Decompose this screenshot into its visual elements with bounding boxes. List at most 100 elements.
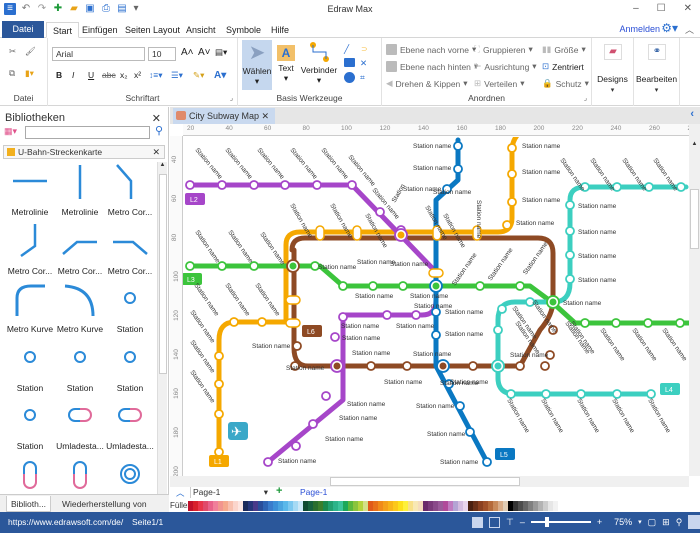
metro-curve-shape[interactable]: Metro Kurve (4, 280, 56, 336)
station-marker[interactable] (257, 317, 267, 327)
dialog-launcher-icon[interactable]: ⌟ (584, 94, 587, 102)
plus-icon[interactable]: + (276, 485, 282, 497)
normal-view-icon[interactable] (472, 516, 483, 528)
tab-hilfe[interactable]: Hilfe (265, 22, 295, 38)
select-button[interactable]: ➤ Wählen ▾ (242, 40, 272, 90)
chevron-left-icon[interactable]: ‹ (690, 108, 694, 120)
station-marker[interactable] (675, 318, 685, 328)
station-marker[interactable] (185, 261, 195, 271)
zoom-out-icon[interactable]: – (520, 517, 525, 527)
transfer-marker[interactable] (428, 268, 444, 278)
library-header[interactable]: U-Bahn-Streckenkarte ✕ (3, 145, 165, 159)
page-view-icon[interactable] (489, 516, 500, 528)
text-button[interactable]: A Text ▾ (274, 40, 298, 90)
close-tab-icon[interactable]: ✕ (261, 108, 269, 124)
tab-start[interactable]: Start (46, 22, 80, 38)
station-marker[interactable] (431, 330, 441, 340)
line-spacing-icon[interactable]: ↕≡▾ (149, 70, 162, 81)
metro-corner-shape[interactable]: Metro Cor... (104, 222, 156, 278)
station-marker[interactable] (308, 419, 318, 429)
station-marker[interactable] (643, 318, 653, 328)
italic-icon[interactable]: I (72, 70, 74, 80)
zoom-search-icon[interactable]: ⚲ (676, 517, 683, 528)
station-marker[interactable] (338, 281, 348, 291)
station-marker[interactable] (611, 318, 621, 328)
website-link[interactable]: https://www.edrawsoft.com/de/ (8, 517, 123, 527)
station-marker[interactable] (475, 281, 485, 291)
dialog-launcher-icon[interactable]: ⌟ (230, 94, 233, 102)
tab-libraries[interactable]: Biblioth... (6, 496, 51, 512)
minimize-icon[interactable]: – (633, 3, 639, 14)
close-library-icon[interactable]: ✕ (152, 146, 160, 158)
station-shape[interactable]: Station (4, 397, 56, 453)
transfer-marker[interactable] (315, 225, 325, 241)
station-marker[interactable] (291, 441, 301, 451)
tab-seiten-layout[interactable]: Seiten Layout (119, 22, 186, 38)
cut-icon[interactable]: ✂ (9, 46, 16, 57)
station-marker[interactable] (507, 197, 517, 207)
transfer-station-shape[interactable]: Umladesta... (54, 397, 106, 453)
tab-ansicht[interactable]: Ansicht (180, 22, 222, 38)
station-marker[interactable] (321, 391, 331, 401)
size-button[interactable]: ▮▮ Größe ▾ (542, 44, 586, 55)
grow-font-icon[interactable]: A˄ (181, 47, 194, 58)
designs-button[interactable]: ▰ Designs ▾ (592, 38, 634, 106)
crop-tool-icon[interactable]: ⌗ (360, 72, 365, 83)
station-marker[interactable] (455, 401, 465, 411)
station-marker[interactable] (507, 143, 517, 153)
station-marker[interactable] (214, 351, 224, 361)
station-marker[interactable] (411, 310, 421, 320)
station-marker[interactable] (214, 379, 224, 389)
cross-tool-icon[interactable]: ✕ (360, 58, 367, 69)
horizontal-scrollbar[interactable] (170, 476, 689, 487)
strikethrough-icon[interactable]: abc (102, 70, 116, 80)
copy-icon[interactable]: ⧉ (9, 68, 15, 79)
align-button[interactable]: ⊫ Ausrichtung ▾ (474, 61, 537, 72)
bold-icon[interactable]: B (56, 70, 62, 80)
bullets-icon[interactable]: ☰▾ (171, 70, 183, 81)
station-marker[interactable] (482, 457, 492, 467)
station-marker[interactable] (497, 304, 507, 314)
fullscreen-icon[interactable] (688, 515, 700, 529)
font-color-icon[interactable]: A▾ (214, 70, 226, 81)
chevron-down-icon[interactable]: ▾ (638, 518, 642, 526)
metro-corner-shape[interactable]: Metro Cor... (54, 222, 106, 278)
station-marker[interactable] (465, 427, 475, 437)
station-marker[interactable] (565, 250, 575, 260)
zoom-slider[interactable] (530, 517, 591, 527)
station-shape[interactable]: Station (4, 339, 56, 395)
station-marker[interactable] (263, 457, 273, 467)
station-marker[interactable] (507, 169, 517, 179)
tab-symbole[interactable]: Symbole (220, 22, 267, 38)
metro-line-shape[interactable]: Metrolinie (54, 163, 106, 219)
scroll-thumb[interactable] (690, 189, 699, 249)
station-marker[interactable] (565, 200, 575, 210)
document-tab[interactable]: City Subway Map ✕ (173, 108, 275, 124)
station-marker[interactable] (249, 261, 259, 271)
distribute-button[interactable]: ⊞ Verteilen ▾ (474, 78, 525, 89)
library-scrollbar[interactable]: ▲ ▼ (157, 162, 167, 502)
station-marker[interactable] (375, 207, 385, 217)
rectangle-tool-icon[interactable] (344, 58, 355, 67)
station-marker[interactable] (453, 141, 463, 151)
ellipse-tool-icon[interactable] (344, 72, 355, 83)
station-marker[interactable] (515, 361, 525, 371)
tab-recovery[interactable]: Wiederherstellung von Da... (58, 496, 169, 525)
send-backward-button[interactable]: Ebene nach hinten ▾ (386, 61, 478, 72)
station-marker[interactable] (502, 220, 512, 230)
tab-datei[interactable]: Datei (2, 21, 44, 38)
chevron-up-icon[interactable]: ︿ (176, 487, 185, 499)
metro-corner-shape[interactable]: Metro Cor... (104, 163, 156, 219)
station-marker[interactable] (565, 226, 575, 236)
drawing-canvas[interactable]: L2 L3 L1 L6 L4 L5 ✈ Station name Station name Sta… (183, 137, 689, 475)
superscript-icon[interactable]: x² (134, 70, 141, 80)
station-marker[interactable] (515, 281, 525, 291)
search-icon[interactable]: ⚲ (155, 124, 163, 137)
station-marker[interactable] (217, 261, 227, 271)
station-marker[interactable] (229, 317, 239, 327)
station-marker[interactable] (249, 180, 259, 190)
station-marker[interactable] (565, 274, 575, 284)
station-marker[interactable] (493, 325, 503, 335)
arc-tool-icon[interactable]: ⸧ (360, 44, 369, 55)
station-marker[interactable] (468, 361, 478, 371)
